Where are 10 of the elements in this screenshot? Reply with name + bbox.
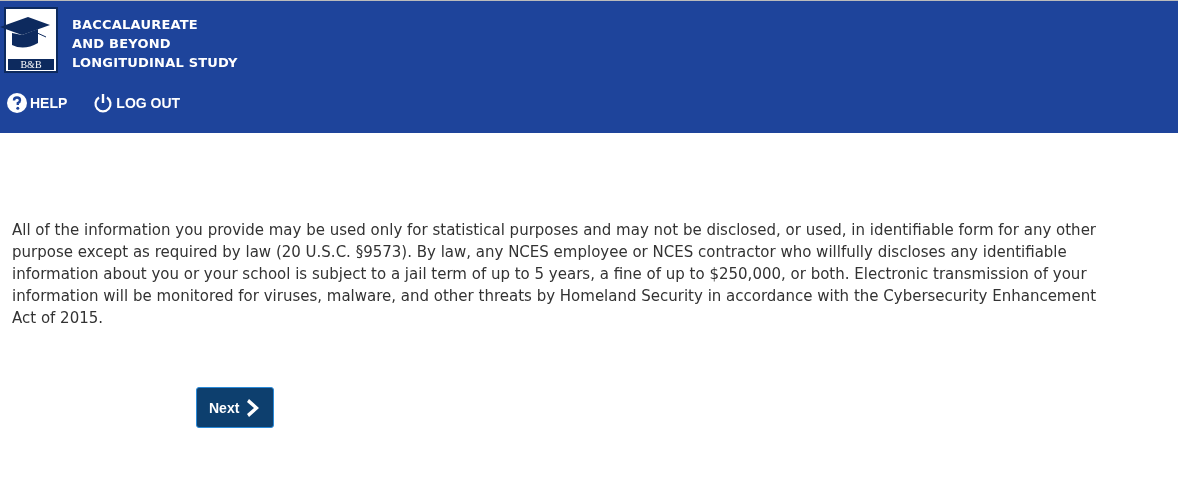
site-title: LONGITUDINAL STUDY [72,54,238,72]
site-title: AND BEYOND [72,35,172,53]
privacy-notice: All of the information you provide may be used only for statistical purposes and may not be disclosed, or used, in identifiable form for any other purpose except as required by law (20 U.S.C. §9573). By law, any NCES employee or NCES contractor who willfully discloses any identifiable information about you or your school is subject to a jail term of up to 5 years, a fine of up to $250,000, or both. Electronic transmission of your information will be monitored for viruses, malware, and other threats by Homeland Security in accordance with the Cybersecurity Enhancement Act of 2015. [12,220,1098,329]
logo: B&B [0,7,58,73]
site-title: BACCALAUREATE [72,16,199,34]
logout-link[interactable]: LOG OUT [93,93,181,113]
help-icon [7,93,27,113]
next-button[interactable]: Next [196,387,275,428]
power-icon [93,93,114,113]
help-link[interactable]: HELP [7,93,68,113]
